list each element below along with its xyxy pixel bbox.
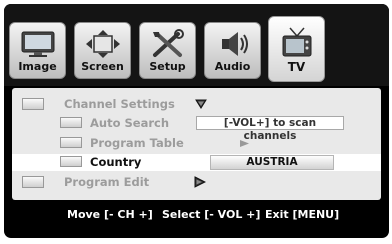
- tab-audio-label: Audio: [214, 60, 251, 73]
- select-hint: Select [- VOL +]: [162, 208, 261, 221]
- tv-settings-icon: [22, 98, 44, 110]
- program-edit-label: Program Edit: [64, 175, 150, 189]
- key-hint-bar: Move [- CH +] Select [- VOL +] Exit [MEN…: [4, 204, 389, 226]
- submenu-arrow-icon: [194, 176, 206, 188]
- auto-search-label: Auto Search: [90, 116, 170, 130]
- menu-item-country[interactable]: Country AUSTRIA: [12, 154, 381, 171]
- country-value[interactable]: AUSTRIA: [210, 155, 334, 170]
- auto-search-value: [-VOL+] to scan channels: [196, 116, 344, 142]
- tab-setup[interactable]: Setup: [139, 22, 196, 79]
- monitor-icon: [18, 29, 58, 63]
- right-arrow-icon: [240, 140, 249, 147]
- tab-screen[interactable]: Screen: [74, 22, 131, 79]
- resize-arrows-icon: [83, 29, 123, 63]
- tab-setup-label: Setup: [149, 60, 186, 73]
- country-icon: [60, 156, 82, 167]
- exit-hint: Exit [MENU]: [265, 208, 340, 221]
- tab-image-label: Image: [18, 60, 57, 73]
- channel-settings-label: Channel Settings: [64, 97, 175, 111]
- tab-screen-label: Screen: [81, 60, 124, 73]
- auto-search-icon: [60, 117, 82, 128]
- menu-item-program-edit[interactable]: Program Edit: [12, 174, 381, 191]
- menu-tab-bar: Image Screen Setup Audio TV: [4, 4, 389, 86]
- program-table-icon: [60, 137, 82, 148]
- speaker-icon: [213, 29, 253, 63]
- menu-item-program-table[interactable]: Program Table: [12, 135, 381, 152]
- tv-antenna-icon: [277, 27, 317, 63]
- country-label: Country: [90, 155, 142, 169]
- tab-tv[interactable]: TV: [268, 16, 325, 82]
- move-hint: Move [- CH +]: [67, 208, 153, 221]
- menu-item-auto-search[interactable]: Auto Search [-VOL+] to scan channels: [12, 115, 381, 142]
- menu-item-channel-settings[interactable]: Channel Settings: [12, 96, 381, 113]
- expanded-arrow-icon: [195, 99, 207, 109]
- tab-tv-label: TV: [287, 60, 306, 74]
- program-table-label: Program Table: [90, 136, 184, 150]
- program-edit-icon: [22, 176, 44, 188]
- tab-audio[interactable]: Audio: [204, 22, 261, 79]
- tab-image[interactable]: Image: [9, 22, 66, 79]
- tv-osd-frame: Image Screen Setup Audio TV Channel Sett…: [0, 0, 392, 244]
- tools-icon: [148, 29, 188, 63]
- tv-osd-menu: Image Screen Setup Audio TV Channel Sett…: [4, 4, 389, 238]
- channel-settings-panel: Channel Settings Auto Search [-VOL+] to …: [12, 88, 381, 200]
